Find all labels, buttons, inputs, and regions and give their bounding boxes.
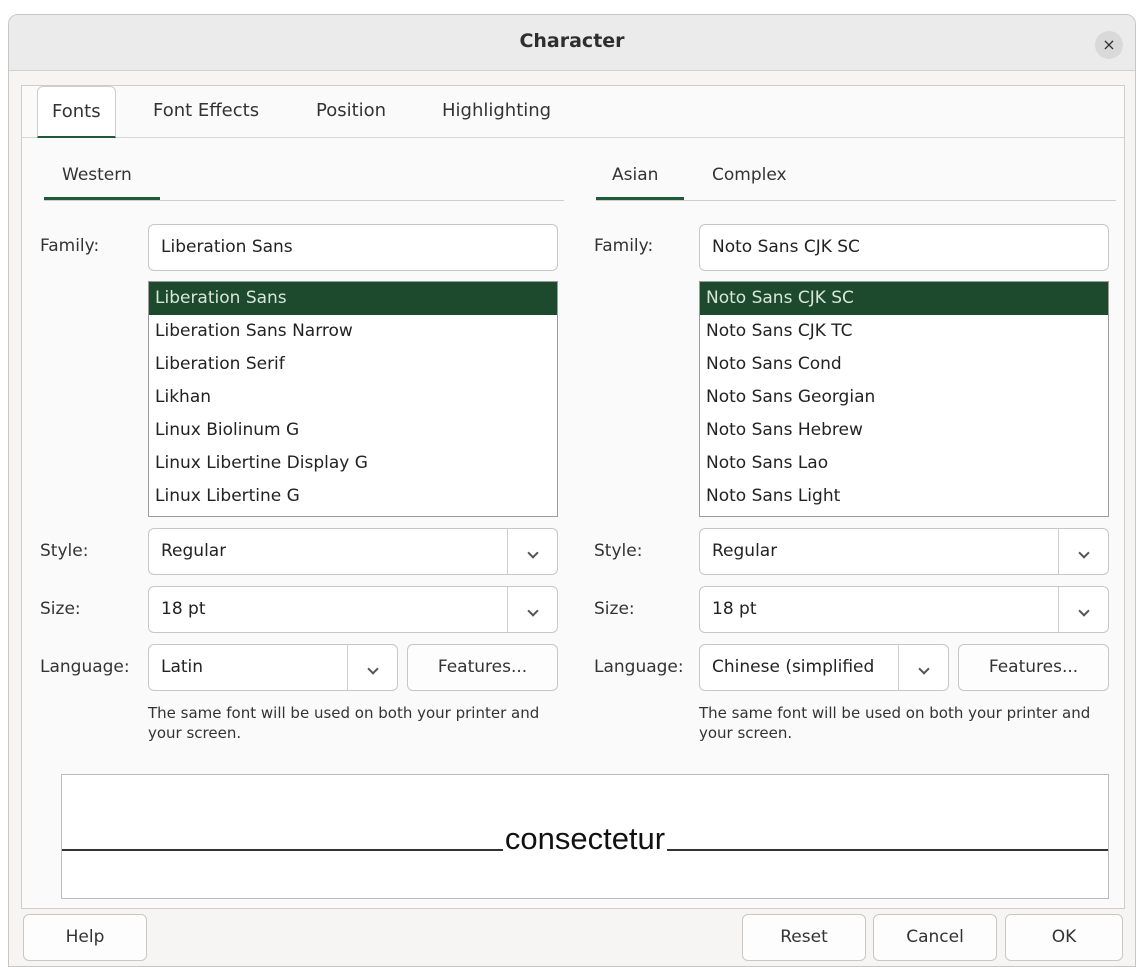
western-size-label: Size: — [40, 599, 81, 619]
chevron-down-icon — [1077, 605, 1090, 617]
tab-highlighting[interactable]: Highlighting — [442, 86, 551, 138]
list-item[interactable]: Linux Libertine Display G — [149, 447, 557, 480]
western-language-dropdown[interactable] — [347, 645, 397, 690]
dialog-content: Fonts Font Effects Position Highlighting… — [21, 85, 1125, 909]
western-language-value: Latin — [161, 657, 204, 677]
asian-language-dropdown[interactable] — [898, 645, 948, 690]
western-style-select[interactable]: Regular — [148, 528, 558, 575]
asian-style-label: Style: — [594, 541, 643, 561]
asian-note: The same font will be used on both your … — [699, 704, 1091, 742]
list-item[interactable]: Noto Sans Cond — [700, 348, 1108, 381]
asian-language-value: Chinese (simplified — [712, 657, 875, 677]
western-font-list[interactable]: Liberation Sans Liberation Sans Narrow L… — [148, 281, 558, 517]
asian-language-label: Language: — [594, 657, 684, 677]
asian-style-value: Regular — [712, 541, 778, 561]
list-item[interactable]: Noto Sans Light — [700, 480, 1108, 513]
asian-size-select[interactable]: 18 pt — [699, 586, 1109, 633]
chevron-down-icon — [526, 547, 539, 559]
list-item[interactable]: Liberation Sans — [149, 282, 557, 315]
western-style-label: Style: — [40, 541, 89, 561]
reset-button[interactable]: Reset — [742, 914, 866, 961]
western-features-button[interactable]: Features... — [407, 644, 558, 691]
subtab-asian[interactable]: Asian — [596, 154, 684, 200]
chevron-down-icon — [526, 605, 539, 617]
character-dialog: Character × Fonts Font Effects Position … — [8, 14, 1136, 967]
asian-family-label: Family: — [594, 236, 654, 256]
list-item[interactable]: Likhan — [149, 381, 557, 414]
asian-language-select[interactable]: Chinese (simplified — [699, 644, 949, 691]
western-size-select[interactable]: 18 pt — [148, 586, 558, 633]
asian-size-dropdown[interactable] — [1058, 587, 1108, 632]
font-preview: consectetur — [61, 774, 1109, 899]
subtab-complex[interactable]: Complex — [712, 154, 787, 200]
preview-text: consectetur — [502, 821, 668, 856]
main-tabs: Fonts Font Effects Position Highlighting — [22, 86, 1124, 138]
western-family-input[interactable]: Liberation Sans — [148, 224, 558, 271]
list-item[interactable]: Noto Sans Lao — [700, 447, 1108, 480]
asian-divider — [596, 200, 1116, 201]
western-size-dropdown[interactable] — [507, 587, 557, 632]
tab-fonts[interactable]: Fonts — [37, 86, 116, 138]
tab-position[interactable]: Position — [316, 86, 386, 138]
list-item[interactable]: Linux Biolinum G — [149, 414, 557, 447]
title-bar: Character × — [9, 15, 1135, 71]
dialog-title: Character — [519, 30, 625, 52]
cancel-button[interactable]: Cancel — [873, 914, 997, 961]
tab-font-effects[interactable]: Font Effects — [153, 86, 259, 138]
asian-font-list[interactable]: Noto Sans CJK SC Noto Sans CJK TC Noto S… — [699, 281, 1109, 517]
asian-features-button[interactable]: Features... — [958, 644, 1109, 691]
western-style-value: Regular — [161, 541, 227, 561]
list-item[interactable]: Noto Sans CJK SC — [700, 282, 1108, 315]
list-item[interactable]: Liberation Serif — [149, 348, 557, 381]
list-item[interactable]: Noto Sans Hebrew — [700, 414, 1108, 447]
list-item[interactable]: Liberation Sans Narrow — [149, 315, 557, 348]
asian-size-label: Size: — [594, 599, 635, 619]
close-button[interactable]: × — [1095, 31, 1123, 59]
close-icon[interactable]: × — [1102, 35, 1115, 54]
asian-size-value: 18 pt — [712, 599, 757, 619]
list-item[interactable]: Noto Sans Georgian — [700, 381, 1108, 414]
chevron-down-icon — [366, 663, 379, 675]
asian-family-input[interactable]: Noto Sans CJK SC — [699, 224, 1109, 271]
western-size-value: 18 pt — [161, 599, 206, 619]
list-item[interactable]: Linux Libertine G — [149, 480, 557, 513]
western-divider — [44, 200, 564, 201]
western-family-label: Family: — [40, 236, 100, 256]
help-button[interactable]: Help — [23, 914, 147, 961]
list-item[interactable]: Noto Sans CJK TC — [700, 315, 1108, 348]
western-language-label: Language: — [40, 657, 130, 677]
subtab-western[interactable]: Western — [44, 154, 160, 200]
ok-button[interactable]: OK — [1005, 914, 1123, 961]
chevron-down-icon — [1077, 547, 1090, 559]
asian-style-dropdown[interactable] — [1058, 529, 1108, 574]
western-note: The same font will be used on both your … — [148, 704, 540, 742]
western-style-dropdown[interactable] — [507, 529, 557, 574]
western-language-select[interactable]: Latin — [148, 644, 398, 691]
asian-style-select[interactable]: Regular — [699, 528, 1109, 575]
chevron-down-icon — [917, 663, 930, 675]
